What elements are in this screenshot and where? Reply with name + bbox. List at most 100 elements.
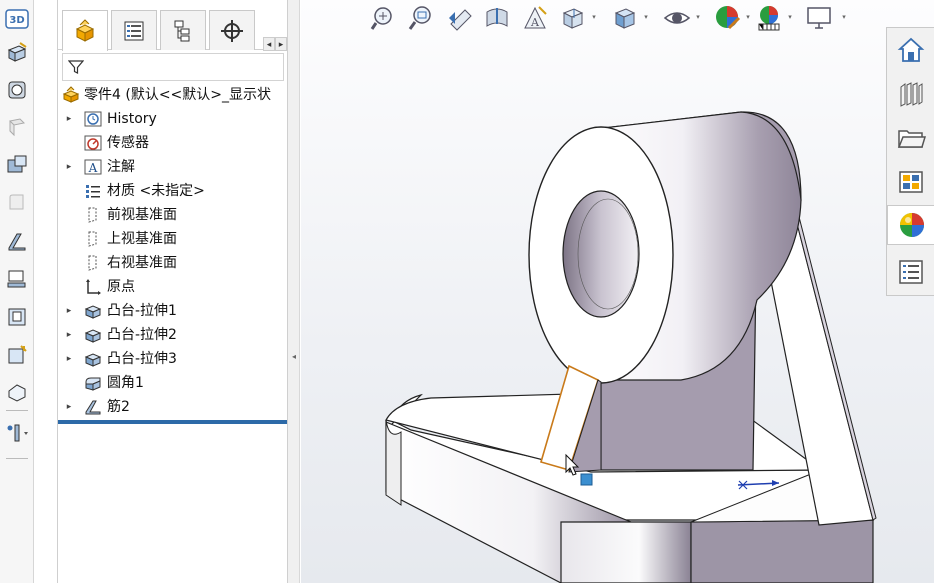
design-library-button[interactable] [891,74,931,114]
tree-item-label: 零件4 (默认<<默认>_显示状 [84,87,272,103]
collapse-handle-icon[interactable]: ◂ [290,352,298,362]
3d-sketch-icon: 3D [5,9,29,29]
design-library-icon [900,82,923,107]
expand-arrow-icon[interactable]: ▸ [64,108,74,130]
tree-item-history[interactable]: ▸ History [58,108,287,130]
material-icon [84,182,102,200]
feature-manager-panel: ◂ ▸ 零件4 (默认<<默认>_显示状 ▸ History 传感器 ▸ A 注… [57,0,288,583]
view-palette-button[interactable] [891,162,931,202]
display-style-button[interactable] [610,2,640,34]
hide-show-dropdown-icon[interactable]: ▾ [694,12,702,22]
tree-item-material[interactable]: 材质 <未指定> [58,180,287,202]
features-command-toolbar: 3D [0,0,34,583]
apply-scene-button[interactable] [754,2,784,34]
tree-item-part[interactable]: 零件4 (默认<<默认>_显示状 [58,84,287,106]
apply-scene-dropdown-icon[interactable]: ▾ [786,12,794,22]
revolved-boss-button[interactable] [4,77,30,103]
tree-item-boss-extrude-1[interactable]: ▸ 凸台-拉伸1 [58,300,287,322]
sensor-icon [84,134,102,152]
reference-geometry-icon [7,424,28,442]
view-orientation-icon [562,8,584,29]
extrude-feature-icon [84,326,102,344]
shell-button[interactable] [4,304,30,330]
tab-scroll-right-icon[interactable]: ▸ [275,37,287,51]
tree-item-top-plane[interactable]: 上视基准面 [58,228,287,250]
appearances-scenes-button[interactable] [887,205,934,245]
hide-show-items-button[interactable] [662,2,692,34]
section-view-button[interactable] [482,2,512,34]
toolbar-separator [6,458,28,459]
expand-arrow-icon[interactable]: ▸ [64,396,74,418]
wrap-button[interactable] [4,342,30,368]
svg-text:A: A [88,161,98,175]
previous-view-icon [449,9,472,31]
rollback-bar[interactable] [58,420,287,424]
fillet-button[interactable] [4,190,30,216]
view-settings-dropdown-icon[interactable]: ▾ [840,12,848,22]
extruded-cut-button[interactable] [4,151,30,177]
graphics-viewport[interactable] [301,0,934,583]
tree-item-annotations[interactable]: ▸ A 注解 [58,156,287,178]
expand-arrow-icon[interactable]: ▸ [64,324,74,346]
fillet-icon [9,194,24,210]
edit-appearance-dropdown-icon[interactable]: ▾ [744,12,752,22]
configurationmanager-tab-icon [174,20,190,41]
tree-item-boss-extrude-2[interactable]: ▸ 凸台-拉伸2 [58,324,287,346]
draft-button[interactable] [4,266,30,292]
tree-item-origin[interactable]: 原点 [58,276,287,298]
solidworks-resources-button[interactable] [891,30,931,70]
extruded-cut-icon [7,155,27,173]
tree-item-right-plane[interactable]: 右视基准面 [58,252,287,274]
tree-item-fillet-1[interactable]: 圆角1 [58,372,287,394]
solidworks-resources-icon [897,37,925,62]
custom-properties-button[interactable] [891,252,931,292]
tree-item-label: 凸台-拉伸2 [107,327,177,343]
3d-sketch-button[interactable]: 3D [4,6,30,32]
dynamic-annotation-button[interactable]: A [520,2,550,34]
view-settings-button[interactable] [804,2,834,34]
tab-scroll-arrows: ◂ ▸ [263,37,287,51]
view-settings-icon [807,7,831,29]
apply-scene-icon [758,6,780,31]
feature-manager-tabs: ◂ ▸ [58,10,287,51]
part-geometry[interactable] [385,111,877,583]
tree-item-rib-2[interactable]: ▸ 筋2 [58,396,287,418]
zoom-to-fit-button[interactable] [368,2,398,34]
zoom-to-area-button[interactable] [406,2,436,34]
expand-arrow-icon[interactable]: ▸ [64,156,74,178]
rib-button[interactable] [4,229,30,255]
panel-splitter[interactable]: ◂ [288,0,300,583]
tab-configurationmanager[interactable] [160,10,206,50]
toolbar-separator [6,410,28,411]
expand-arrow-icon[interactable]: ▸ [64,300,74,322]
view-toolbar: A ▾ ▾ ▾ ▾ ▾ ▾ [368,2,854,36]
tab-dimxpert[interactable] [209,10,255,50]
view-orientation-dropdown-icon[interactable]: ▾ [590,12,598,22]
reference-geometry-button[interactable] [4,420,30,446]
view-orientation-button[interactable] [558,2,588,34]
tree-filter-input[interactable] [62,53,284,81]
intersect-icon [8,384,26,402]
tree-item-front-plane[interactable]: 前视基准面 [58,204,287,226]
3d-model-view[interactable] [301,0,934,583]
draft-icon [7,270,26,288]
display-style-dropdown-icon[interactable]: ▾ [642,12,650,22]
dimxpert-tab-icon [221,19,243,42]
file-explorer-button[interactable] [891,118,931,158]
tab-propertymanager[interactable] [111,10,157,50]
filter-icon [68,60,84,74]
tree-item-boss-extrude-3[interactable]: ▸ 凸台-拉伸3 [58,348,287,370]
extrude-feature-icon [84,350,102,368]
edit-appearance-button[interactable] [712,2,742,34]
extruded-boss-button[interactable] [4,40,30,66]
previous-view-button[interactable] [446,2,476,34]
tab-featuremanager[interactable] [62,10,108,51]
swept-boss-button[interactable] [4,114,30,140]
plane-icon [84,206,102,224]
rib-icon [8,233,26,251]
custom-properties-icon [899,260,923,284]
tab-scroll-left-icon[interactable]: ◂ [263,37,275,51]
intersect-button[interactable] [4,380,30,406]
tree-item-sensors[interactable]: 传感器 [58,132,287,154]
expand-arrow-icon[interactable]: ▸ [64,348,74,370]
